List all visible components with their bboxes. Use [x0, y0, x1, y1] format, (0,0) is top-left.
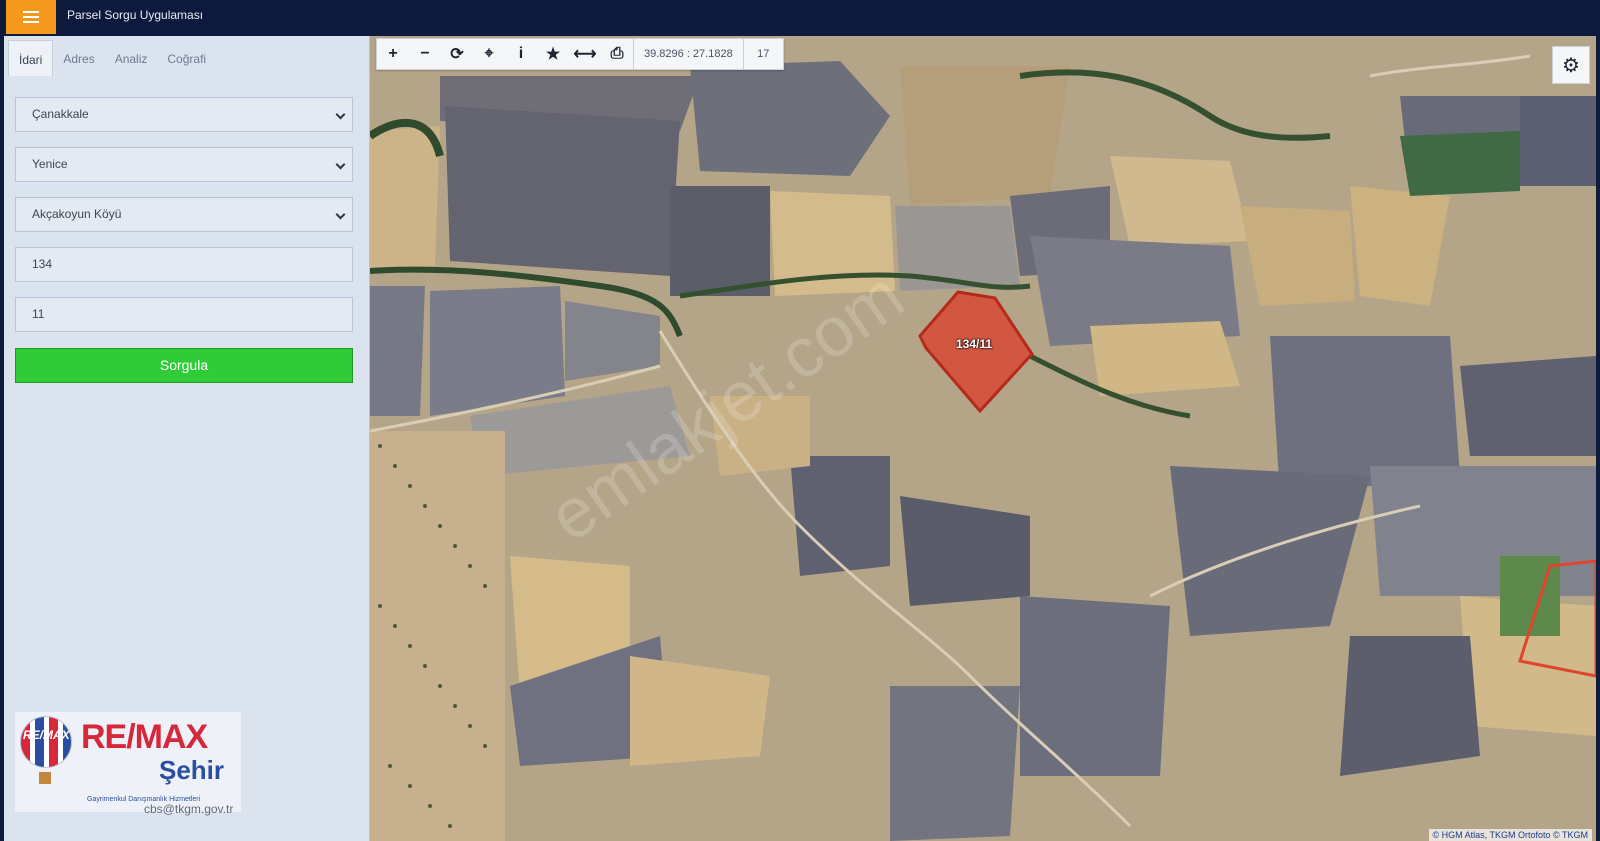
refresh-icon[interactable]: ⟳: [441, 39, 473, 69]
query-button[interactable]: Sorgula: [15, 348, 353, 383]
balloon-text: RE/MAX: [23, 728, 70, 742]
measure-icon[interactable]: ⟷: [569, 39, 601, 69]
tab-cografi[interactable]: Coğrafi: [157, 40, 216, 76]
district-select[interactable]: Yenice: [15, 147, 353, 182]
logo-brand: RE/MAX: [81, 718, 208, 756]
remax-logo: RE/MAX RE/MAX Şehir Gayrimenkul Danışman…: [15, 712, 241, 812]
zoom-out-icon[interactable]: −: [409, 39, 441, 69]
zoom-level: 17: [742, 39, 783, 69]
chevron-down-icon: [335, 109, 346, 120]
sidebar: İdari Adres Analiz Coğrafi Çanakkale Yen…: [4, 36, 370, 841]
province-value: Çanakkale: [32, 107, 89, 121]
satellite-imagery: [370, 36, 1596, 841]
district-value: Yenice: [32, 157, 68, 171]
neighborhood-value: Akçakoyun Köyü: [32, 207, 122, 221]
footer-email: cbs@tkgm.gov.tr: [144, 802, 234, 816]
tab-adres[interactable]: Adres: [53, 40, 104, 76]
tab-idari[interactable]: İdari: [8, 40, 54, 76]
block-value: 134: [32, 257, 53, 271]
hamburger-icon: [23, 11, 39, 23]
zoom-in-icon[interactable]: +: [377, 39, 409, 69]
print-icon[interactable]: ⎙: [601, 39, 633, 69]
province-select[interactable]: Çanakkale: [15, 97, 353, 132]
neighborhood-select[interactable]: Akçakoyun Köyü: [15, 197, 353, 232]
menu-button[interactable]: [6, 0, 56, 34]
basket-icon: [39, 772, 51, 784]
map-toolbar: + − ⟳ ⌖ i ★ ⟷ ⎙ 39.8296 : 27.1828 17: [376, 38, 784, 70]
tab-analiz[interactable]: Analiz: [105, 40, 158, 76]
balloon-icon: [20, 716, 72, 768]
chevron-down-icon: [335, 159, 346, 170]
settings-button[interactable]: ⚙: [1552, 46, 1590, 84]
chevron-down-icon: [335, 209, 346, 220]
app-header: Parsel Sorgu Uygulaması: [0, 0, 1600, 36]
parcel-input[interactable]: 11: [15, 297, 353, 332]
info-icon[interactable]: i: [505, 39, 537, 69]
coordinate-readout: 39.8296 : 27.1828: [633, 39, 743, 69]
block-input[interactable]: 134: [15, 247, 353, 282]
locate-icon[interactable]: ⌖: [473, 39, 505, 69]
parcel-value: 11: [32, 307, 45, 321]
tab-bar: İdari Adres Analiz Coğrafi: [8, 40, 216, 76]
map-view[interactable]: emlakjet.com 134/11 + − ⟳ ⌖ i ★ ⟷ ⎙ 39.8…: [370, 36, 1596, 841]
parcel-label: 134/11: [956, 337, 993, 351]
gear-icon: ⚙: [1562, 54, 1580, 77]
star-icon[interactable]: ★: [537, 39, 569, 69]
map-attribution: © HGM Atlas, TKGM Ortofoto © TKGM: [1428, 829, 1592, 841]
app-title: Parsel Sorgu Uygulaması: [67, 8, 204, 22]
logo-sub: Şehir: [159, 755, 225, 785]
